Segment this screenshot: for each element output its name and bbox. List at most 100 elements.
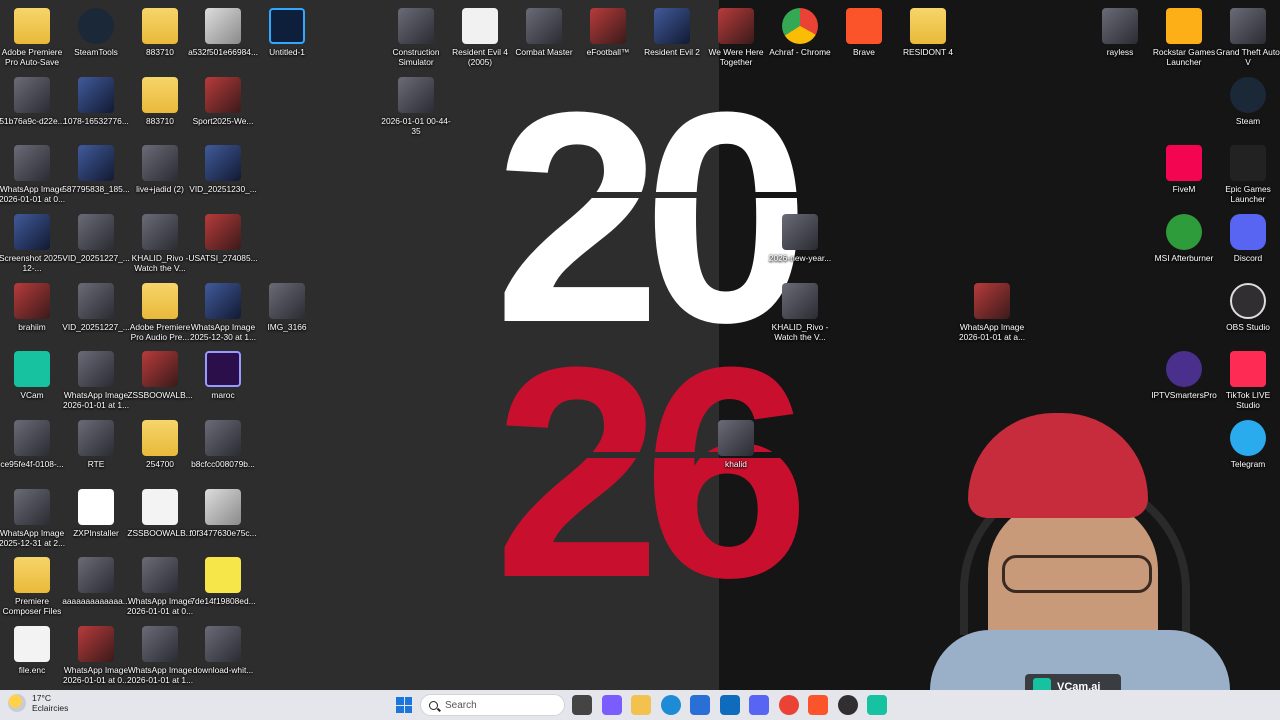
desktop-icon-khalid-rivo-watch-the-v[interactable]: KHALID_Rivo - Watch the V... — [125, 210, 195, 273]
desktop-icon-label: VID_20251230_... — [189, 184, 257, 194]
desktop-icon-883710[interactable]: 883710 — [125, 73, 195, 126]
desktop-icon-sport2025-we[interactable]: Sport2025-We... — [188, 73, 258, 126]
desktop-icon-2026-01-01-00-44-35[interactable]: 2026-01-01 00-44-35 — [381, 73, 451, 136]
desktop-icon-grand-theft-auto-v[interactable]: Grand Theft Auto V — [1213, 4, 1280, 67]
taskbar-store-icon[interactable] — [690, 695, 710, 715]
brave-icon — [846, 8, 882, 44]
desktop-icon-1078-16532776[interactable]: 1078-16532776... — [61, 73, 131, 126]
desktop-icon-vid-20251230[interactable]: VID_20251230_... — [188, 141, 258, 194]
taskbar-copilot-icon[interactable] — [601, 695, 622, 715]
desktop-icon-achraf-chrome[interactable]: Achraf - Chrome — [765, 4, 835, 57]
desktop-icon-label: f0f3477630e75c... — [189, 528, 257, 538]
desktop-icon-combat-master[interactable]: Combat Master — [509, 4, 579, 57]
desktop-icon-label: Resident Evil 4 (2005) — [452, 47, 508, 67]
re4-icon — [462, 8, 498, 44]
desktop-icon-steamtools[interactable]: SteamTools — [61, 4, 131, 57]
desktop-icon-maroc[interactable]: maroc — [188, 347, 258, 400]
windows-logo-icon — [404, 705, 412, 713]
weather-widget[interactable]: 17°C Eclaircies — [8, 693, 68, 713]
desktop-icon-premiere-composer-files[interactable]: Premiere Composer Files — [0, 553, 67, 616]
desktop-icon-usatsi-274085[interactable]: USATSI_274085... — [188, 210, 258, 263]
desktop-icon-whatsapp-image-2026-01-01-at-0[interactable]: WhatsApp Image 2026-01-01 at 0... — [61, 622, 131, 685]
taskbar-vcam-icon[interactable] — [867, 695, 887, 715]
desktop-icon-a532f501e66984[interactable]: a532f501e66984... — [188, 4, 258, 57]
desktop-icon-we-were-here-together[interactable]: We Were Here Together — [701, 4, 771, 67]
desktop-icon-obs-studio[interactable]: OBS Studio — [1213, 279, 1280, 332]
desktop-icon-zssboowalb[interactable]: ZSSBOOWALB... — [125, 485, 195, 538]
desktop-icon-untitled-1[interactable]: Untitled-1 — [252, 4, 322, 57]
desktop-icon-iptvsmarterspro[interactable]: IPTVSmartersPro — [1149, 347, 1219, 400]
desktop-icon-img-3166[interactable]: IMG_3166 — [252, 279, 322, 332]
desktop-icon-f0f3477630e75c[interactable]: f0f3477630e75c... — [188, 485, 258, 538]
taskbar-discord-icon[interactable] — [749, 695, 769, 715]
taskbar-obs-icon[interactable] — [837, 695, 858, 715]
desktop-icon-zssboowalb[interactable]: ZSSBOOWALB... — [125, 347, 195, 400]
desktop-icon-brahiim[interactable]: brahiim — [0, 279, 67, 332]
desktop-icon-vcam[interactable]: VCam — [0, 347, 67, 400]
desktop-icon-brave[interactable]: Brave — [829, 4, 899, 57]
desktop-icon-whatsapp-image-2025-12-31-at-2[interactable]: WhatsApp Image 2025-12-31 at 2... — [0, 485, 67, 548]
desktop-icon-587795838-185[interactable]: 587795838_185... — [61, 141, 131, 194]
taskbar-edge-icon[interactable] — [660, 695, 681, 715]
desktop-icon-epic-games-launcher[interactable]: Epic Games Launcher — [1213, 141, 1280, 204]
desktop-icon-adobe-premiere-pro-audio-pre[interactable]: Adobe Premiere Pro Audio Pre... — [125, 279, 195, 342]
desktop-icon-rayless[interactable]: rayless — [1085, 4, 1155, 57]
taskbar-brave-icon[interactable] — [808, 695, 828, 715]
taskbar-chrome-icon[interactable] — [778, 695, 799, 715]
desktop-icon-7de14f19808ed[interactable]: 7de14f19808ed... — [188, 553, 258, 606]
desktop-icon-whatsapp-image-2025-12-30-at-1[interactable]: WhatsApp Image 2025-12-30 at 1... — [188, 279, 258, 342]
thumb-icon — [14, 145, 50, 181]
zxp-icon — [78, 489, 114, 525]
desktop-icon-resident-evil-2[interactable]: Resident Evil 2 — [637, 4, 707, 57]
desktop-icon-file-enc[interactable]: file.enc — [0, 622, 67, 675]
desktop-icon-adobe-premiere-pro-auto-save[interactable]: Adobe Premiere Pro Auto-Save — [0, 4, 67, 67]
desktop-icon-whatsapp-image-2026-01-01-at-1[interactable]: WhatsApp Image 2026-01-01 at 1... — [125, 622, 195, 685]
desktop-icon-51b76a9c-d22e[interactable]: 51b76a9c-d22e... — [0, 73, 67, 126]
taskbar-file-explorer-icon[interactable] — [631, 695, 651, 715]
discord-icon — [1230, 214, 1266, 250]
desktop-icon-construction-simulator[interactable]: Construction Simulator — [381, 4, 451, 67]
rockstar-icon — [1166, 8, 1202, 44]
taskbar-outlook-icon[interactable] — [719, 695, 740, 715]
desktop-icon-steam[interactable]: Steam — [1213, 73, 1280, 126]
desktop-icon-tiktok-live-studio[interactable]: TikTok LIVE Studio — [1213, 347, 1280, 410]
thumb-icon — [78, 420, 114, 456]
taskbar-search[interactable]: Search — [420, 694, 565, 716]
desktop-icon-residont-4[interactable]: RESIDONT 4 — [893, 4, 963, 57]
desktop-icon-254700[interactable]: 254700 — [125, 416, 195, 469]
desktop-icon-label: ZSSBOOWALB... — [127, 528, 193, 538]
desktop-icon-live-jadid-2[interactable]: live+jadid (2) — [125, 141, 195, 194]
desktop[interactable]: 20 26 Adobe Premiere Pro Auto-Save SteamT… — [0, 0, 1280, 690]
thumb-icon — [398, 77, 434, 113]
desktop-icon-zxpinstaller[interactable]: ZXPInstaller — [61, 485, 131, 538]
thumb-red-icon — [718, 8, 754, 44]
start-button[interactable] — [396, 697, 412, 713]
desktop-icon-fivem[interactable]: FiveM — [1149, 141, 1219, 194]
desktop-icon-efootball[interactable]: eFootball™ — [573, 4, 643, 57]
desktop-icon-vid-20251227[interactable]: VID_20251227_... — [61, 210, 131, 263]
desktop-icon-khalid-rivo-watch-the-v[interactable]: KHALID_Rivo - Watch the V... — [765, 279, 835, 342]
desktop-icon-discord[interactable]: Discord — [1213, 210, 1280, 263]
taskbar-task-view-icon[interactable] — [572, 695, 592, 715]
desktop-icon-883710[interactable]: 883710 — [125, 4, 195, 57]
desktop-icon-rte[interactable]: RTE — [61, 416, 131, 469]
desktop-icon-b8cfcc008079b[interactable]: b8cfcc008079b... — [188, 416, 258, 469]
desktop-icon-label: VID_20251227_... — [62, 253, 130, 263]
desktop-icon-msi-afterburner[interactable]: MSI Afterburner — [1149, 210, 1219, 263]
tiktok-icon — [1230, 351, 1266, 387]
desktop-icon-resident-evil-4-2005[interactable]: Resident Evil 4 (2005) — [445, 4, 515, 67]
desktop-icon-whatsapp-image-2026-01-01-at-1[interactable]: WhatsApp Image 2026-01-01 at 1... — [61, 347, 131, 410]
desktop-icon-label: ce95fe4f-0108-... — [0, 459, 64, 469]
desktop-icon-rockstar-games-launcher[interactable]: Rockstar Games Launcher — [1149, 4, 1219, 67]
wallpaper-bottom-digits: 26 — [494, 304, 810, 640]
desktop-icon-vid-20251227[interactable]: VID_20251227_... — [61, 279, 131, 332]
desktop-icon-whatsapp-image-2026-01-01-at-a[interactable]: WhatsApp Image 2026-01-01 at a... — [957, 279, 1027, 342]
desktop-icon-aaaaaaaaaaaaa[interactable]: aaaaaaaaaaaaa... — [61, 553, 131, 606]
desktop-icon-2026-new-year[interactable]: 2026-new-year... — [765, 210, 835, 263]
desktop-icon-ce95fe4f-0108[interactable]: ce95fe4f-0108-... — [0, 416, 67, 469]
desktop-icon-download-whit[interactable]: download-whit... — [188, 622, 258, 675]
desktop-icon-whatsapp-image-2026-01-01-at-0[interactable]: WhatsApp Image 2026-01-01 at 0... — [0, 141, 67, 204]
desktop-icon-whatsapp-image-2026-01-01-at-0[interactable]: WhatsApp Image 2026-01-01 at 0... — [125, 553, 195, 616]
desktop-icon-screenshot-2025-12[interactable]: Screenshot 2025-12-... — [0, 210, 67, 273]
desktop-icon-khalid[interactable]: khalid — [701, 416, 771, 469]
